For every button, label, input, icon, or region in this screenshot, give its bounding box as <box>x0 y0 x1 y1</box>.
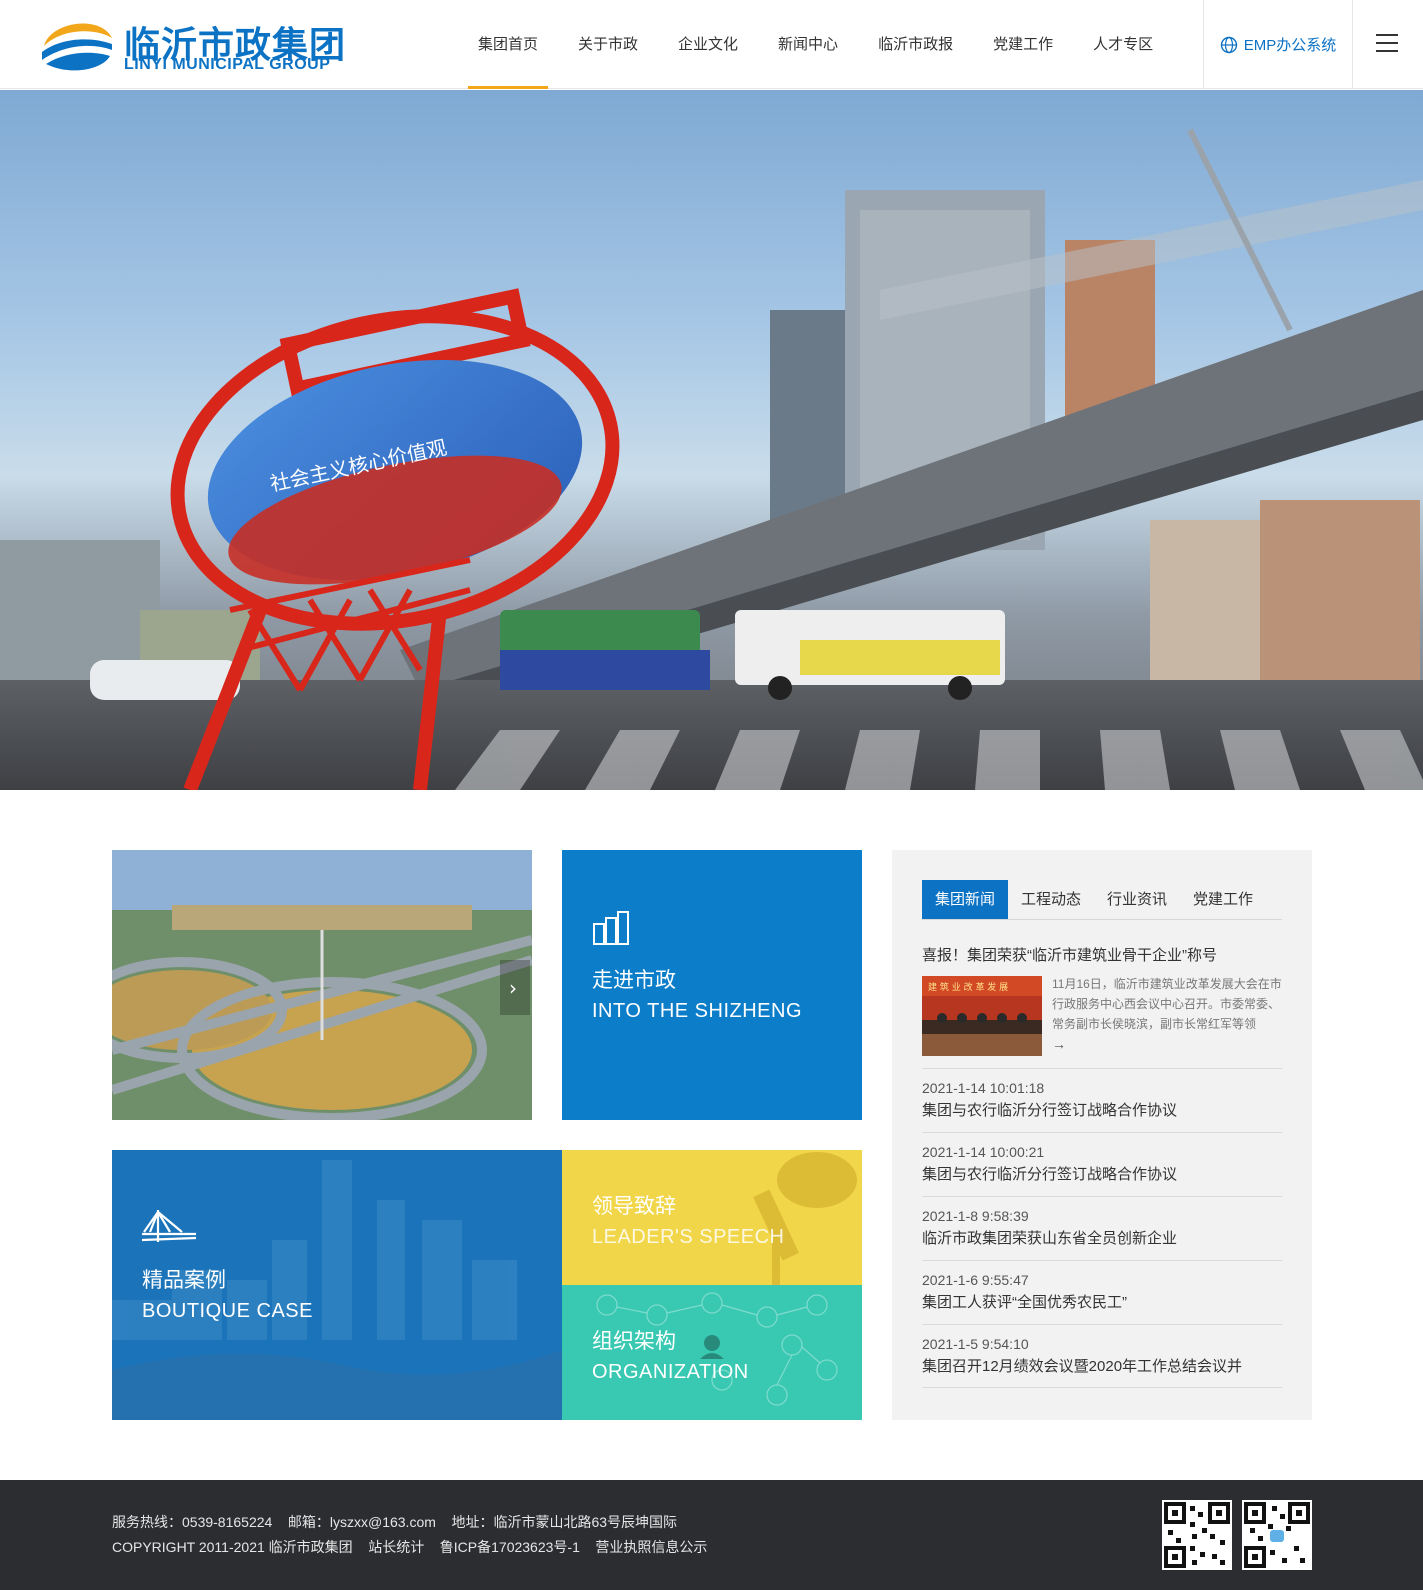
boutique-case-tile[interactable]: 精品案例 BOUTIQUE CASE <box>112 1150 562 1420</box>
site-header: 临沂市政集团 LINYI MUNICIPAL GROUP 集团首页 关于市政 企… <box>0 0 1423 89</box>
boutique-title: 精品案例 <box>142 1268 226 1292</box>
news-list-item[interactable]: 2021-1-5 9:54:10 集团召开12月绩效会议暨2020年工作总结会议… <box>922 1324 1282 1388</box>
news-tabs: 集团新闻 工程动态 行业资讯 党建工作 <box>922 880 1282 920</box>
chevron-right-icon: › <box>509 976 517 1000</box>
main-nav: 集团首页 关于市政 企业文化 新闻中心 临沂市政报 党建工作 人才专区 <box>458 0 1173 89</box>
news-date: 2021-1-14 10:01:18 <box>922 1080 1045 1096</box>
footer-copyright: COPYRIGHT 2011-2021 临沂市政集团 站长统计 鲁ICP备170… <box>112 1539 708 1555</box>
news-excerpt: 11月16日，临沂市建筑业改革发展大会在市行政服务中心西会议中心召开。市委常委、… <box>1052 977 1282 1031</box>
news-list-item[interactable]: 2021-1-8 9:58:39 临沂市政集团荣获山东省全员创新企业 <box>922 1196 1282 1260</box>
read-more-arrow-icon[interactable]: → <box>1052 1036 1066 1052</box>
logo[interactable]: 临沂市政集团 LINYI MUNICIPAL GROUP <box>40 14 350 76</box>
into-subtitle: INTO THE SHIZHENG <box>592 1000 803 1022</box>
city-overpass-photo: 社会主义核心价值观 <box>0 128 1423 790</box>
news-list: 2021-1-14 10:01:18 集团与农行临沂分行签订战略合作协议 202… <box>922 1068 1282 1388</box>
nav-item-about[interactable]: 关于市政 <box>558 0 658 89</box>
emp-office-link[interactable]: EMP办公系统 <box>1203 0 1353 89</box>
boutique-subtitle: BOUTIQUE CASE <box>142 1300 313 1322</box>
tab-project-updates[interactable]: 工程动态 <box>1008 880 1094 919</box>
news-title: 集团与农行临沂分行签订战略合作协议 <box>922 1166 1178 1183</box>
thumb-banner-text: 建 筑 业 改 革 发 展 <box>928 981 1008 993</box>
leader-title: 领导致辞 <box>592 1194 676 1218</box>
qr-code-icon <box>1162 1500 1232 1570</box>
tab-party-work[interactable]: 党建工作 <box>1180 880 1266 919</box>
news-date: 2021-1-14 10:00:21 <box>922 1144 1045 1160</box>
news-title: 集团工人获评“全国优秀农民工” <box>922 1294 1127 1311</box>
nav-item-talent[interactable]: 人才专区 <box>1073 0 1173 89</box>
buildings-icon <box>593 911 629 945</box>
nav-item-party[interactable]: 党建工作 <box>973 0 1073 89</box>
news-date: 2021-1-6 9:55:47 <box>922 1272 1029 1288</box>
bridge-icon <box>142 1210 197 1242</box>
news-thumbnail[interactable]: 建 筑 业 改 革 发 展 <box>922 976 1042 1056</box>
tab-industry-info[interactable]: 行业资讯 <box>1094 880 1180 919</box>
news-title: 集团与农行临沂分行签订战略合作协议 <box>922 1102 1178 1119</box>
nav-item-newspaper[interactable]: 临沂市政报 <box>858 0 973 89</box>
news-title: 集团召开12月绩效会议暨2020年工作总结会议并 <box>922 1358 1243 1375</box>
footer-contact: 服务热线：0539-8165224 邮箱：lyszxx@163.com 地址：临… <box>112 1514 678 1530</box>
leader-subtitle: LEADER'S SPEECH <box>592 1226 785 1248</box>
news-list-item[interactable]: 2021-1-14 10:01:18 集团与农行临沂分行签订战略合作协议 <box>922 1068 1282 1132</box>
org-subtitle: ORGANIZATION <box>592 1361 749 1383</box>
news-list-item[interactable]: 2021-1-6 9:55:47 集团工人获评“全国优秀农民工” <box>922 1260 1282 1324</box>
tab-group-news[interactable]: 集团新闻 <box>922 880 1009 919</box>
globe-icon <box>1220 36 1237 53</box>
news-date: 2021-1-8 9:58:39 <box>922 1208 1029 1224</box>
news-list-item[interactable]: 2021-1-14 10:00:21 集团与农行临沂分行签订战略合作协议 <box>922 1132 1282 1196</box>
interchange-photo: › <box>112 850 532 1120</box>
nav-item-news[interactable]: 新闻中心 <box>758 0 858 89</box>
news-title: 临沂市政集团荣获山东省全员创新企业 <box>922 1230 1178 1247</box>
into-shizheng-tile[interactable]: 走进市政 INTO THE SHIZHENG <box>562 850 862 1120</box>
logo-en-text: LINYI MUNICIPAL GROUP <box>124 56 331 73</box>
nav-item-culture[interactable]: 企业文化 <box>658 0 758 89</box>
into-title: 走进市政 <box>592 968 676 992</box>
org-title: 组织架构 <box>592 1329 676 1353</box>
emp-label: EMP办公系统 <box>1243 37 1337 54</box>
leader-speech-tile[interactable]: 领导致辞 LEADER'S SPEECH <box>562 1150 862 1285</box>
organization-tile[interactable]: 组织架构 ORGANIZATION <box>562 1285 862 1420</box>
meeting-photo: 建 筑 业 改 革 发 展 <box>922 976 1042 1056</box>
site-footer: 服务热线：0539-8165224 邮箱：lyszxx@163.com 地址：临… <box>0 1480 1423 1590</box>
wechat-qr-code-icon <box>1242 1500 1312 1570</box>
case-photo-tile[interactable]: › <box>112 850 532 1120</box>
nav-item-home[interactable]: 集团首页 <box>458 0 558 89</box>
hamburger-icon[interactable] <box>1376 34 1398 54</box>
logo-mark-icon <box>42 23 112 71</box>
news-panel: 集团新闻 工程动态 行业资讯 党建工作 喜报！集团荣获“临沂市建筑业骨干企业”称… <box>892 850 1312 1420</box>
hero-banner: 社会主义核心价值观 <box>0 90 1423 790</box>
news-headline[interactable]: 喜报！集团荣获“临沂市建筑业骨干企业”称号 <box>922 944 1282 965</box>
news-date: 2021-1-5 9:54:10 <box>922 1336 1029 1352</box>
